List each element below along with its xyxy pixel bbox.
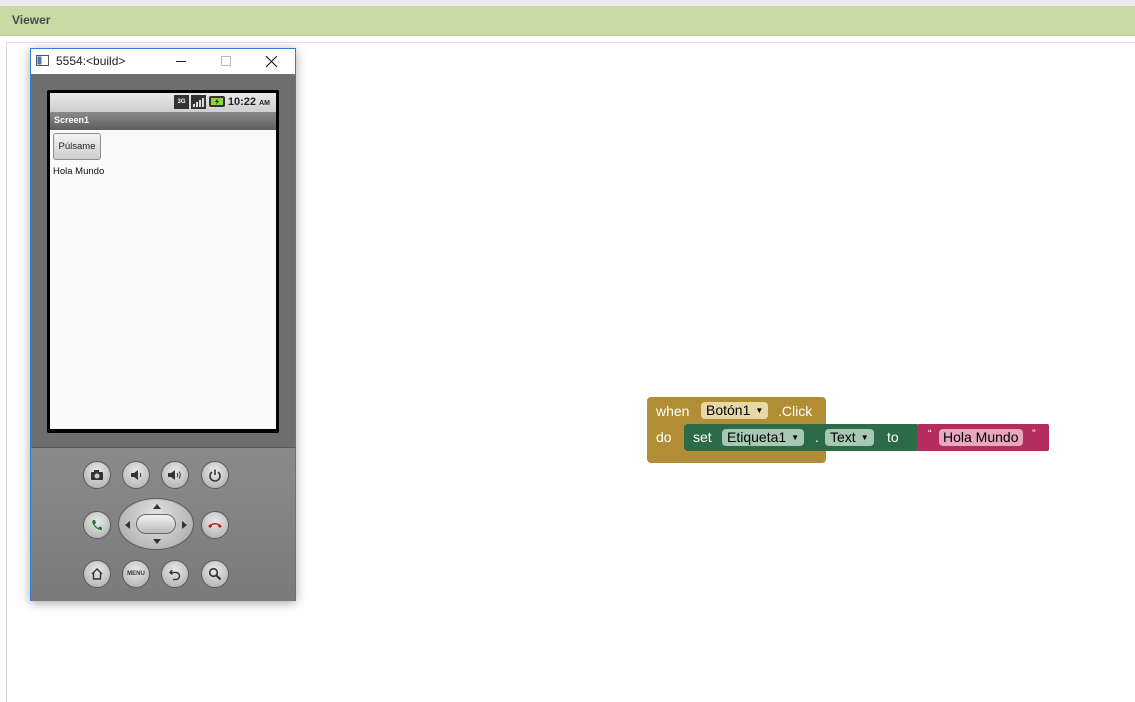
set-label: set <box>693 429 712 445</box>
setter-component-value: Etiqueta1 <box>727 429 787 445</box>
status-clock: 10:22 AM <box>228 96 270 108</box>
open-quote: “ <box>928 428 932 440</box>
volume-up-icon <box>168 470 181 480</box>
volume-down-button[interactable] <box>122 461 150 489</box>
phone-controls: MENU <box>31 447 295 601</box>
chevron-down-icon: ▼ <box>860 433 869 442</box>
close-quote: ” <box>1032 428 1036 440</box>
viewer-title: Viewer <box>12 13 51 27</box>
to-label: to <box>887 429 899 445</box>
dpad-left-icon[interactable] <box>125 521 130 529</box>
camera-button[interactable] <box>83 461 111 489</box>
minimize-button[interactable] <box>158 49 204 74</box>
network-type-text: 3G <box>177 99 185 105</box>
emulator-window[interactable]: 5554:<build> 3G 10:22 AM Screen1 Púlsame… <box>30 48 296 601</box>
maximize-button[interactable] <box>203 49 249 74</box>
status-ampm: AM <box>259 100 270 107</box>
call-button[interactable] <box>83 511 111 539</box>
close-icon <box>265 55 278 68</box>
volume-up-button[interactable] <box>161 461 189 489</box>
end-call-icon <box>208 523 222 528</box>
component-dropdown-etiqueta1[interactable]: Etiqueta1 ▼ <box>722 429 805 446</box>
property-dropdown-value: Text <box>830 429 856 445</box>
emulator-body: 3G 10:22 AM Screen1 Púlsame Hola Mundo M… <box>31 74 295 601</box>
app-button-pulsame[interactable]: Púlsame <box>53 133 101 160</box>
dpad[interactable] <box>118 498 194 550</box>
setter-block-etiqueta1-text[interactable]: set Etiqueta1 ▼ . Text ▼ to <box>684 424 920 451</box>
phone-screen: 3G 10:22 AM Screen1 Púlsame Hola Mundo <box>47 90 279 433</box>
component-dropdown-boton1[interactable]: Botón1 ▼ <box>701 402 769 419</box>
dpad-down-icon[interactable] <box>153 539 161 544</box>
dpad-center-button[interactable] <box>136 514 176 534</box>
do-label: do <box>656 429 672 445</box>
app-content: Púlsame Hola Mundo <box>50 130 276 429</box>
home-icon <box>91 568 103 580</box>
component-dropdown-value: Botón1 <box>706 402 751 418</box>
network-3g-icon: 3G <box>174 95 189 109</box>
minimize-icon <box>176 61 186 62</box>
call-icon <box>92 520 102 530</box>
emulator-window-title: 5554:<build> <box>56 54 126 68</box>
text-block-hola-mundo[interactable]: “ Hola Mundo ” <box>917 424 1049 451</box>
app-label-hola-mundo: Hola Mundo <box>53 166 105 177</box>
status-time: 10:22 <box>227 96 257 108</box>
close-button[interactable] <box>249 49 295 74</box>
end-call-button[interactable] <box>201 511 229 539</box>
menu-button[interactable]: MENU <box>122 560 150 588</box>
home-button[interactable] <box>83 560 111 588</box>
event-name-label: .Click <box>778 403 813 419</box>
when-label: when <box>656 403 690 419</box>
chevron-down-icon: ▼ <box>791 433 800 442</box>
dpad-up-icon[interactable] <box>153 504 161 509</box>
back-icon <box>169 569 181 581</box>
chevron-down-icon: ▼ <box>755 406 764 415</box>
menu-label: MENU <box>127 571 145 577</box>
camera-icon <box>91 470 103 480</box>
back-button[interactable] <box>161 560 189 588</box>
app-window-icon <box>36 55 49 66</box>
dpad-right-icon[interactable] <box>182 521 187 529</box>
battery-charging-icon <box>209 96 225 107</box>
power-button[interactable] <box>201 461 229 489</box>
viewer-header: Viewer <box>0 6 1135 36</box>
dot-label: . <box>815 429 819 445</box>
volume-down-icon <box>131 470 142 480</box>
maximize-icon <box>221 56 231 66</box>
property-dropdown-text[interactable]: Text ▼ <box>825 429 874 446</box>
search-button[interactable] <box>201 560 229 588</box>
phone-status-bar: 3G 10:22 AM <box>50 93 276 112</box>
text-value-field[interactable]: Hola Mundo <box>939 429 1023 446</box>
emulator-titlebar[interactable]: 5554:<build> <box>31 49 295 74</box>
signal-icon <box>191 95 206 109</box>
power-icon <box>209 469 221 482</box>
search-icon <box>208 567 222 581</box>
app-screen-title: Screen1 <box>54 115 90 125</box>
app-title-bar: Screen1 <box>50 112 276 130</box>
